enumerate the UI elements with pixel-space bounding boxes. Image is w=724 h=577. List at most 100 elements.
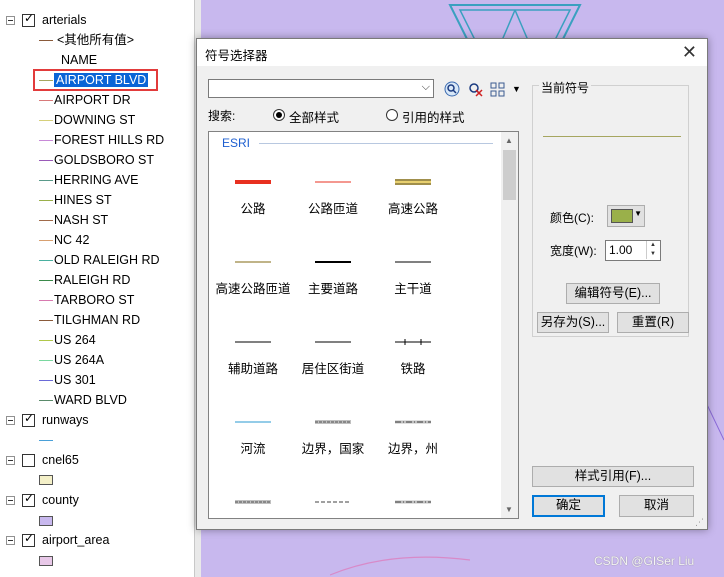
- other-values-item[interactable]: <其他所有值>: [39, 30, 134, 50]
- layer-expander[interactable]: [6, 456, 15, 465]
- symbol-item[interactable]: 主要道路: [291, 233, 375, 313]
- radio-referenced-styles[interactable]: [386, 109, 398, 121]
- symbol-preview: [395, 420, 431, 424]
- legend-line-9: [39, 260, 53, 261]
- legend-line-14: [39, 360, 53, 361]
- cnel65-legend-swatch: [39, 475, 53, 485]
- layer-expander[interactable]: [6, 536, 15, 545]
- symbol-item[interactable]: 公路匝道: [291, 153, 375, 233]
- view-dropdown-icon[interactable]: ▼: [512, 84, 521, 94]
- scrollbar-thumb[interactable]: [503, 150, 516, 200]
- grid-view-icon[interactable]: [490, 82, 506, 98]
- layer-name[interactable]: cnel65: [42, 450, 79, 470]
- arterials-value-item[interactable]: US 264A: [54, 350, 104, 370]
- layer-visibility-checkbox[interactable]: [22, 531, 35, 547]
- arterials-value-item[interactable]: TILGHMAN RD: [54, 310, 140, 330]
- radio-all-styles-label[interactable]: 全部样式: [289, 107, 339, 126]
- layer-visibility-checkbox[interactable]: [22, 454, 35, 467]
- symbol-item[interactable]: 主干道: [371, 233, 455, 313]
- resize-grip-icon[interactable]: ⋰: [695, 517, 705, 527]
- county-legend-swatch: [39, 516, 53, 526]
- spin-down-icon[interactable]: ▼: [646, 250, 659, 259]
- symbol-item[interactable]: 铁路: [371, 313, 455, 393]
- color-picker-button[interactable]: ▼: [607, 205, 645, 227]
- symbol-selector-dialog: 符号选择器 ✕ ⌵ ▼ 搜索: 全部样式 引用的样式 ESRI 公路 公路匝道 高速…: [196, 38, 708, 530]
- vertical-scrollbar[interactable]: ▲ ▼: [501, 132, 518, 518]
- spin-up-icon[interactable]: ▲: [646, 241, 659, 250]
- symbol-item[interactable]: 河流: [211, 393, 295, 473]
- arterials-value-item[interactable]: US 301: [54, 370, 96, 390]
- ok-button[interactable]: 确定: [532, 495, 605, 517]
- symbol-item[interactable]: [371, 473, 455, 518]
- arterials-value-label: US 301: [54, 373, 96, 387]
- width-input[interactable]: [609, 243, 645, 257]
- arterials-value-item[interactable]: HERRING AVE: [54, 170, 139, 190]
- current-symbol-label: 当前符号: [539, 79, 592, 96]
- layer-name[interactable]: runways: [42, 410, 89, 430]
- layer-expander[interactable]: [6, 496, 15, 505]
- style-references-button[interactable]: 样式引用(F)...: [532, 466, 694, 487]
- color-swatch: [611, 209, 633, 223]
- arterials-value-item[interactable]: AIRPORT DR: [54, 90, 131, 110]
- layer-expander[interactable]: [6, 416, 15, 425]
- group-divider: [259, 143, 493, 144]
- arterials-value-item[interactable]: OLD RALEIGH RD: [54, 250, 160, 270]
- scroll-down-icon[interactable]: ▼: [505, 505, 513, 514]
- width-spinner[interactable]: ▲ ▼: [605, 240, 661, 261]
- arterials-value-item[interactable]: NC 42: [54, 230, 89, 250]
- arterials-value-label: GOLDSBORO ST: [54, 153, 155, 167]
- symbol-item[interactable]: [291, 473, 375, 518]
- symbol-item[interactable]: 边界，国家: [291, 393, 375, 473]
- arterials-value-item[interactable]: NASH ST: [54, 210, 108, 230]
- arterials-value-item[interactable]: FOREST HILLS RD: [54, 130, 164, 150]
- layer-name[interactable]: arterials: [42, 10, 86, 30]
- reset-button[interactable]: 重置(R): [617, 312, 689, 333]
- layer-expander[interactable]: [6, 16, 15, 25]
- legend-line-11: [39, 300, 53, 301]
- arterials-value-label: RALEIGH RD: [54, 273, 131, 287]
- symbol-item[interactable]: 高速公路: [371, 153, 455, 233]
- airport-area-legend-swatch: [39, 556, 53, 566]
- radio-all-styles[interactable]: [273, 109, 285, 121]
- arterials-value-item[interactable]: DOWNING ST: [54, 110, 135, 130]
- arterials-value-item[interactable]: US 264: [54, 330, 96, 350]
- symbol-item[interactable]: 居住区街道: [291, 313, 375, 393]
- symbol-item[interactable]: 边界，州: [371, 393, 455, 473]
- scroll-up-icon[interactable]: ▲: [505, 136, 513, 145]
- layer-visibility-checkbox[interactable]: [22, 11, 35, 27]
- dialog-titlebar[interactable]: 符号选择器 ✕: [197, 39, 707, 66]
- arterials-value-item[interactable]: HINES ST: [54, 190, 112, 210]
- layer-visibility-checkbox[interactable]: [22, 491, 35, 507]
- selection-highlight-box: [33, 69, 158, 91]
- legend-line-3: [39, 140, 53, 141]
- close-icon[interactable]: ✕: [682, 41, 697, 63]
- symbol-preview: [315, 261, 351, 263]
- search-combobox[interactable]: ⌵: [208, 79, 434, 98]
- runways-legend-line: [39, 440, 53, 441]
- legend-line-16: [39, 400, 53, 401]
- search-icon[interactable]: [444, 81, 460, 97]
- width-label: 宽度(W):: [550, 244, 597, 258]
- arterials-value-item[interactable]: TARBORO ST: [54, 290, 134, 310]
- edit-symbol-button[interactable]: 编辑符号(E)...: [566, 283, 660, 304]
- color-label: 颜色(C):: [550, 211, 594, 225]
- search-input[interactable]: [211, 81, 411, 95]
- arterials-value-label: DOWNING ST: [54, 113, 136, 127]
- chevron-down-icon[interactable]: ⌵: [422, 81, 430, 94]
- layer-name[interactable]: county: [42, 490, 79, 510]
- layer-visibility-checkbox[interactable]: [22, 411, 35, 427]
- radio-referenced-styles-label[interactable]: 引用的样式: [402, 107, 465, 126]
- symbol-item[interactable]: 辅助道路: [211, 313, 295, 393]
- symbol-item[interactable]: [211, 473, 295, 518]
- clear-search-icon[interactable]: [467, 81, 483, 97]
- arterials-value-item[interactable]: GOLDSBORO ST: [54, 150, 154, 170]
- symbol-list[interactable]: ESRI 公路 公路匝道 高速公路 高速公路匝道 主要道路 主干道 辅助道路 居住区街道 铁路河…: [208, 131, 519, 519]
- arterials-value-item[interactable]: RALEIGH RD: [54, 270, 130, 290]
- legend-line-1: [39, 100, 53, 101]
- arterials-value-item[interactable]: WARD BLVD: [54, 390, 127, 410]
- symbol-item[interactable]: 公路: [211, 153, 295, 233]
- cancel-button[interactable]: 取消: [619, 495, 694, 517]
- layer-name[interactable]: airport_area: [42, 530, 109, 550]
- save-as-button[interactable]: 另存为(S)...: [537, 312, 609, 333]
- symbol-item[interactable]: 高速公路匝道: [211, 233, 295, 313]
